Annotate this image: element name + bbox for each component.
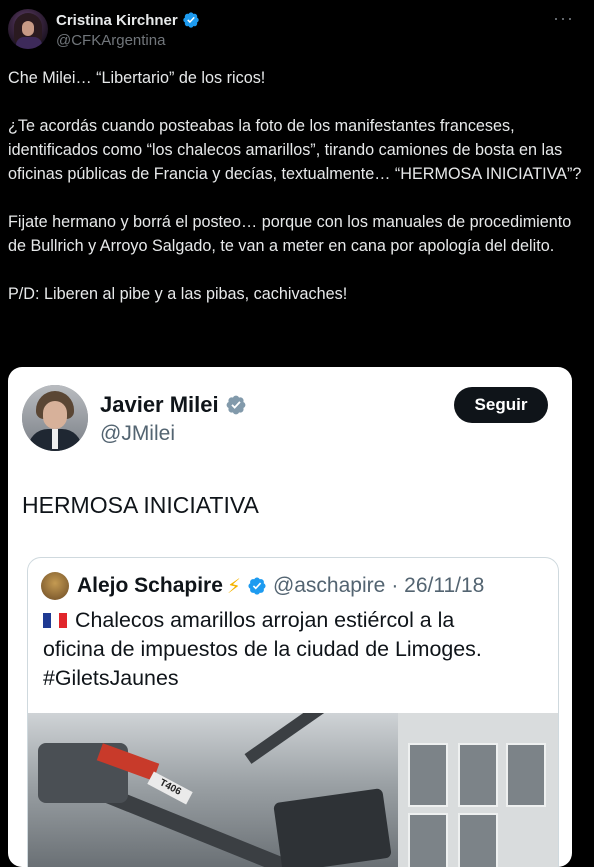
quoted-verified-badge-icon — [248, 577, 266, 595]
tweet-text: Che Milei… “Libertario” de los ricos! ¿T… — [8, 66, 586, 306]
quoted-text-line: Chalecos amarillos arrojan estiércol a l… — [75, 608, 455, 632]
quoted-author-handle: @aschapire — [272, 574, 386, 597]
author-avatar[interactable] — [8, 9, 48, 49]
lightning-icon: ⚡ — [226, 575, 241, 598]
embedded-tweet-image[interactable]: Javier Milei @JMilei Seguir HERMOSA INIC… — [8, 367, 572, 867]
verified-badge-icon — [183, 12, 199, 28]
follow-button: Seguir — [454, 387, 548, 423]
tweet-header: Cristina Kirchner @CFKArgentina ··· — [0, 0, 594, 60]
quoted-author-avatar — [41, 572, 69, 600]
embedded-verified-badge-icon — [226, 395, 246, 415]
author-name[interactable]: Cristina Kirchner — [56, 12, 178, 29]
quoted-tweet-text: Chalecos amarillos arrojan estiércol a l… — [43, 606, 548, 693]
embedded-author-name-row: Javier Milei — [100, 392, 247, 418]
tweet-paragraph: Che Milei… “Libertario” de los ricos! — [8, 69, 266, 87]
author-name-row: Cristina Kirchner — [56, 11, 200, 29]
tweet-paragraph: ¿Te acordás cuando posteabas la foto de … — [8, 117, 582, 183]
embedded-author-name: Javier Milei — [100, 392, 219, 417]
embedded-tweet-text: HERMOSA INICIATIVA — [22, 492, 259, 518]
machine-model-label: T406 — [147, 771, 193, 805]
author-handle[interactable]: @CFKArgentina — [56, 32, 165, 49]
quoted-photo: T406 — [28, 713, 558, 867]
hashtag-link: #GiletsJaunes — [43, 666, 179, 690]
embedded-author-handle: @JMilei — [100, 422, 175, 445]
quoted-author-row: Alejo Schapire ⚡ @aschapire · 26/11/18 — [41, 572, 484, 600]
embedded-author-avatar — [22, 385, 88, 451]
quoted-date: · 26/11/18 — [391, 574, 485, 597]
france-flag-icon — [43, 607, 67, 628]
tweet-paragraph: P/D: Liberen al pibe y a las pibas, cach… — [8, 285, 348, 303]
more-options-icon[interactable]: ··· — [553, 8, 574, 29]
tweet-paragraph: Fijate hermano y borrá el posteo… porque… — [8, 213, 572, 255]
quoted-text-line: oficina de impuestos de la ciudad de Lim… — [43, 637, 482, 661]
quoted-tweet: Alejo Schapire ⚡ @aschapire · 26/11/18 C… — [27, 557, 559, 867]
quoted-author-name: Alejo Schapire — [77, 574, 223, 597]
